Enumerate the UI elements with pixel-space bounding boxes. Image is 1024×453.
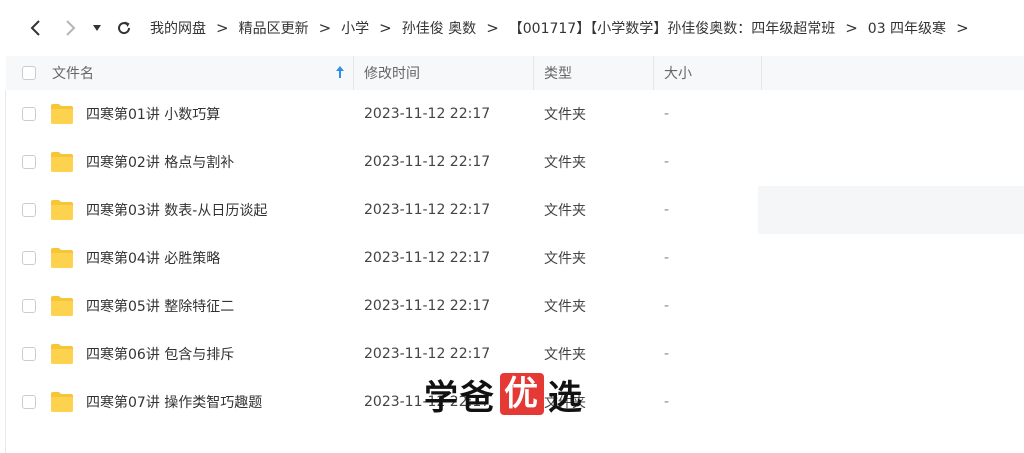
file-modified: 2023-11-12 22:17 bbox=[364, 298, 491, 314]
file-type: 文件夹 bbox=[544, 299, 586, 315]
sort-ascending-icon[interactable] bbox=[335, 65, 345, 79]
row-checkbox[interactable] bbox=[22, 299, 36, 313]
breadcrumb: 我的网盘 > 精品区更新 > 小学 > 孙佳俊 奥数 > 【001717】【小学… bbox=[150, 18, 979, 38]
file-row[interactable]: 四寒第05讲 整除特征二 2023-11-12 22:17 文件夹 - bbox=[6, 282, 1024, 330]
chevron-left-icon bbox=[30, 20, 40, 36]
file-size: - bbox=[664, 394, 670, 410]
column-header-size-label: 大小 bbox=[664, 66, 692, 82]
breadcrumb-separator-icon: > bbox=[956, 19, 969, 37]
row-checkbox[interactable] bbox=[22, 251, 36, 265]
row-checkbox[interactable] bbox=[22, 155, 36, 169]
file-type: 文件夹 bbox=[544, 155, 586, 171]
file-name[interactable]: 四寒第07讲 操作类智巧趣题 bbox=[86, 392, 262, 412]
forward-button[interactable] bbox=[60, 13, 82, 43]
file-type: 文件夹 bbox=[544, 251, 586, 267]
folder-icon bbox=[50, 199, 74, 221]
breadcrumb-separator-icon: > bbox=[216, 19, 229, 37]
file-name[interactable]: 四寒第03讲 数表-从日历谈起 bbox=[86, 200, 267, 220]
file-size: - bbox=[664, 250, 670, 266]
file-type: 文件夹 bbox=[544, 203, 586, 219]
folder-icon bbox=[50, 247, 74, 269]
history-dropdown-button[interactable] bbox=[90, 13, 104, 43]
file-name[interactable]: 四寒第01讲 小数巧算 bbox=[86, 104, 220, 124]
column-header-name-label: 文件名 bbox=[52, 66, 94, 82]
file-name[interactable]: 四寒第04讲 必胜策略 bbox=[86, 248, 220, 268]
breadcrumb-item[interactable]: 精品区更新 bbox=[239, 18, 309, 38]
file-row[interactable]: 四寒第02讲 格点与割补 2023-11-12 22:17 文件夹 - bbox=[6, 138, 1024, 186]
file-modified: 2023-11-12 22:17 bbox=[364, 202, 491, 218]
file-name[interactable]: 四寒第05讲 整除特征二 bbox=[86, 296, 234, 316]
file-modified: 2023-11-12 22:17 bbox=[364, 154, 491, 170]
file-size: - bbox=[664, 106, 670, 122]
file-modified: 2023-11-12 22:17 bbox=[364, 250, 491, 266]
file-size: - bbox=[664, 154, 670, 170]
row-checkbox[interactable] bbox=[22, 347, 36, 361]
breadcrumb-separator-icon: > bbox=[845, 19, 858, 37]
refresh-button[interactable] bbox=[114, 13, 134, 43]
breadcrumb-separator-icon: > bbox=[379, 19, 392, 37]
column-header-type-label: 类型 bbox=[544, 66, 572, 82]
file-type: 文件夹 bbox=[544, 107, 586, 123]
watermark-text: 选 bbox=[548, 377, 584, 418]
folder-icon bbox=[50, 151, 74, 173]
breadcrumb-item-current[interactable]: 03 四年级寒 bbox=[868, 18, 946, 38]
breadcrumb-item[interactable]: 孙佳俊 奥数 bbox=[402, 18, 476, 38]
watermark-logo: 学爸 优 选 bbox=[424, 372, 584, 418]
file-type: 文件夹 bbox=[544, 347, 586, 363]
row-checkbox[interactable] bbox=[22, 107, 36, 121]
breadcrumb-separator-icon: > bbox=[486, 19, 499, 37]
folder-icon bbox=[50, 103, 74, 125]
breadcrumb-item[interactable]: 我的网盘 bbox=[150, 18, 206, 38]
file-size: - bbox=[664, 202, 670, 218]
refresh-icon bbox=[118, 21, 131, 35]
file-name[interactable]: 四寒第02讲 格点与割补 bbox=[86, 152, 234, 172]
column-header-name[interactable]: 文件名 bbox=[6, 56, 354, 90]
column-header-modified-label: 修改时间 bbox=[364, 66, 420, 82]
breadcrumb-item[interactable]: 【001717】【小学数学】孙佳俊奥数：四年级超常班 bbox=[509, 18, 835, 38]
folder-icon bbox=[50, 295, 74, 317]
column-header-modified[interactable]: 修改时间 bbox=[354, 56, 534, 90]
watermark-highlight: 优 bbox=[500, 373, 544, 415]
navigation-bar: 我的网盘 > 精品区更新 > 小学 > 孙佳俊 奥数 > 【001717】【小学… bbox=[0, 0, 1024, 56]
watermark-text: 学爸 bbox=[424, 377, 496, 418]
row-checkbox[interactable] bbox=[22, 203, 36, 217]
column-header-type[interactable]: 类型 bbox=[534, 56, 654, 90]
file-row[interactable]: 四寒第04讲 必胜策略 2023-11-12 22:17 文件夹 - bbox=[6, 234, 1024, 282]
file-modified: 2023-11-12 22:17 bbox=[364, 346, 491, 362]
breadcrumb-separator-icon: > bbox=[318, 19, 332, 37]
column-header-size[interactable]: 大小 bbox=[654, 56, 762, 90]
back-button[interactable] bbox=[24, 13, 46, 43]
file-row[interactable]: 四寒第03讲 数表-从日历谈起 2023-11-12 22:17 文件夹 - bbox=[6, 186, 1024, 234]
breadcrumb-item[interactable]: 小学 bbox=[341, 18, 369, 38]
folder-icon bbox=[50, 391, 74, 413]
file-modified: 2023-11-12 22:17 bbox=[364, 106, 491, 122]
file-size: - bbox=[664, 298, 670, 314]
file-list-header: 文件名 修改时间 类型 大小 bbox=[6, 56, 1024, 90]
caret-down-icon bbox=[93, 25, 101, 31]
file-size: - bbox=[664, 346, 670, 362]
chevron-right-icon bbox=[66, 20, 76, 36]
folder-icon bbox=[50, 343, 74, 365]
row-checkbox[interactable] bbox=[22, 395, 36, 409]
select-all-checkbox[interactable] bbox=[22, 66, 36, 80]
file-row[interactable]: 四寒第01讲 小数巧算 2023-11-12 22:17 文件夹 - bbox=[6, 90, 1024, 138]
file-name[interactable]: 四寒第06讲 包含与排斥 bbox=[86, 344, 234, 364]
file-row[interactable]: 四寒第06讲 包含与排斥 2023-11-12 22:17 文件夹 - bbox=[6, 330, 1024, 378]
